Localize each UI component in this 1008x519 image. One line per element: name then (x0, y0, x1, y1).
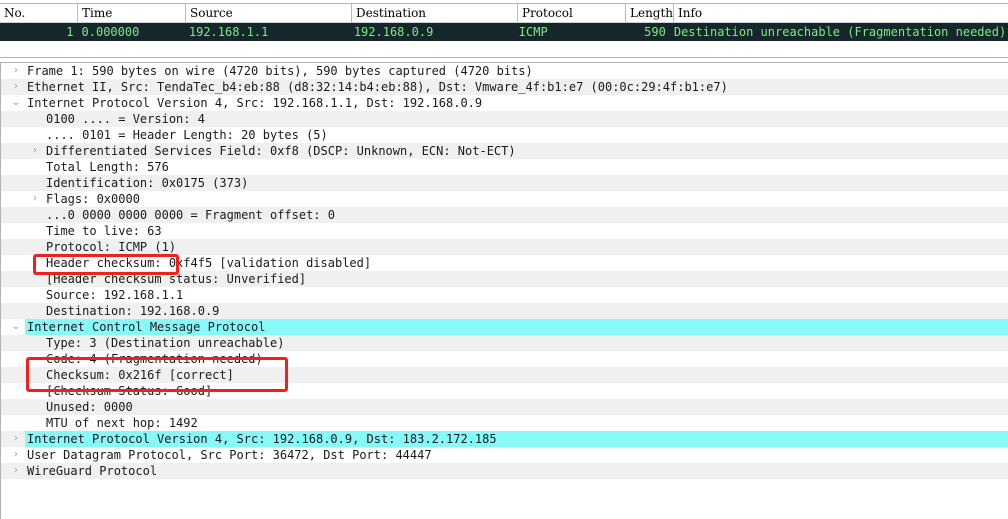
packet-cell-length: 590 (644, 25, 666, 39)
tree-row-label: WireGuard Protocol (27, 464, 158, 478)
tree-row-label: Total Length: 576 (46, 160, 169, 174)
tree-row-label: Source: 192.168.1.1 (46, 288, 184, 302)
tree-row[interactable]: ⌄ Internet Protocol Version 4, Src: 192.1… (1, 95, 1008, 111)
column-header-length[interactable]: Length (626, 4, 674, 22)
tree-row[interactable]: Header checksum: 0xf4f5 [validation disa… (1, 255, 1008, 271)
tree-row[interactable]: [Checksum Status: Good] (1, 383, 1008, 399)
tree-row-label: 0100 .... = Version: 4 (46, 112, 205, 126)
packet-list-row[interactable]: 1 0.000000 192.168.1.1 192.168.0.9 ICMP … (0, 23, 1008, 41)
tree-row-label: Ethernet II, Src: TendaTec_b4:eb:88 (d8:… (27, 80, 728, 94)
tree-row[interactable]: › Internet Protocol Version 4, Src: 192.1… (1, 431, 1008, 447)
tree-row[interactable]: Source: 192.168.1.1 (1, 287, 1008, 303)
tree-row-label: Code: 4 (Fragmentation needed) (46, 352, 263, 366)
tree-row[interactable]: Total Length: 576 (1, 159, 1008, 175)
column-header-protocol[interactable]: Protocol (518, 4, 626, 22)
chevron-right-icon[interactable]: › (28, 143, 42, 159)
tree-row-label: Internet Control Message Protocol (27, 320, 266, 334)
column-header-time[interactable]: Time (78, 4, 186, 22)
tree-row-label: Flags: 0x0000 (46, 192, 140, 206)
tree-row[interactable]: › WireGuard Protocol (1, 463, 1008, 479)
column-header-no[interactable]: No. (0, 4, 78, 22)
tree-row[interactable]: › Differentiated Services Field: 0xf8 (DS… (1, 143, 1008, 159)
chevron-down-icon[interactable]: ⌄ (9, 319, 23, 335)
tree-row-label: Internet Protocol Version 4, Src: 192.16… (27, 96, 483, 110)
packet-cell-time: 0.000000 (81, 25, 140, 39)
tree-row[interactable]: Code: 4 (Fragmentation needed) (1, 351, 1008, 367)
chevron-right-icon[interactable]: › (28, 191, 42, 207)
column-header-destination[interactable]: Destination (352, 4, 518, 22)
column-header-source[interactable]: Source (186, 4, 352, 22)
tree-row[interactable]: MTU of next hop: 1492 (1, 415, 1008, 431)
packet-list-pane[interactable]: No. Time Source Destination Protocol Len… (0, 3, 1008, 58)
packet-list-column-headers: No. Time Source Destination Protocol Len… (0, 4, 1008, 23)
tree-row-label: Internet Protocol Version 4, Src: 192.16… (27, 432, 497, 446)
tree-row[interactable]: › Ethernet II, Src: TendaTec_b4:eb:88 (d8… (1, 79, 1008, 95)
tree-row[interactable]: Protocol: ICMP (1) (1, 239, 1008, 255)
tree-row-label: Frame 1: 590 bytes on wire (4720 bits), … (27, 64, 533, 78)
protocol-tree: › Frame 1: 590 bytes on wire (4720 bits),… (1, 63, 1008, 479)
packet-cell-info: Destination unreachable (Fragmentation n… (673, 25, 1007, 39)
tree-row-label: Checksum: 0x216f [correct] (46, 368, 234, 382)
tree-row-label: .... 0101 = Header Length: 20 bytes (5) (46, 128, 328, 142)
tree-row-label: Differentiated Services Field: 0xf8 (DSC… (46, 144, 516, 158)
tree-row[interactable]: Type: 3 (Destination unreachable) (1, 335, 1008, 351)
tree-row-label: Identification: 0x0175 (373) (46, 176, 249, 190)
chevron-right-icon[interactable]: › (9, 463, 23, 479)
tree-row-label: Time to live: 63 (46, 224, 162, 238)
tree-row[interactable]: ⌄ Internet Control Message Protocol (1, 319, 1008, 335)
tree-row[interactable]: ...0 0000 0000 0000 = Fragment offset: 0 (1, 207, 1008, 223)
tree-row[interactable]: Identification: 0x0175 (373) (1, 175, 1008, 191)
tree-row[interactable]: .... 0101 = Header Length: 20 bytes (5) (1, 127, 1008, 143)
tree-row[interactable]: [Header checksum status: Unverified] (1, 271, 1008, 287)
column-header-info[interactable]: Info (674, 4, 1008, 22)
packet-detail-pane[interactable]: › Frame 1: 590 bytes on wire (4720 bits),… (0, 62, 1008, 519)
tree-row[interactable]: Unused: 0000 (1, 399, 1008, 415)
tree-row-label: MTU of next hop: 1492 (46, 416, 198, 430)
tree-row[interactable]: › User Datagram Protocol, Src Port: 36472… (1, 447, 1008, 463)
chevron-right-icon[interactable]: › (9, 79, 23, 95)
tree-row[interactable]: › Frame 1: 590 bytes on wire (4720 bits),… (1, 63, 1008, 79)
chevron-right-icon[interactable]: › (9, 63, 23, 79)
packet-cell-protocol: ICMP (518, 25, 548, 39)
tree-row[interactable]: 0100 .... = Version: 4 (1, 111, 1008, 127)
packet-cell-no: 1 (66, 25, 74, 39)
tree-row[interactable]: Destination: 192.168.0.9 (1, 303, 1008, 319)
tree-row-label: Unused: 0000 (46, 400, 133, 414)
tree-row-label: User Datagram Protocol, Src Port: 36472,… (27, 448, 432, 462)
chevron-right-icon[interactable]: › (9, 431, 23, 447)
tree-row-label: [Checksum Status: Good] (46, 384, 213, 398)
tree-row-label: ...0 0000 0000 0000 = Fragment offset: 0 (46, 208, 335, 222)
tree-row[interactable]: Time to live: 63 (1, 223, 1008, 239)
packet-cell-destination: 192.168.0.9 (353, 25, 434, 39)
packet-cell-source: 192.168.1.1 (188, 25, 269, 39)
tree-row-label: [Header checksum status: Unverified] (46, 272, 307, 286)
tree-row-label: Destination: 192.168.0.9 (46, 304, 220, 318)
tree-row-label: Protocol: ICMP (1) (46, 240, 177, 254)
tree-row[interactable]: Checksum: 0x216f [correct] (1, 367, 1008, 383)
chevron-down-icon[interactable]: ⌄ (9, 95, 23, 111)
tree-row[interactable]: › Flags: 0x0000 (1, 191, 1008, 207)
tree-row-label: Header checksum: 0xf4f5 [validation disa… (46, 256, 372, 270)
chevron-right-icon[interactable]: › (9, 447, 23, 463)
tree-row-label: Type: 3 (Destination unreachable) (46, 336, 285, 350)
